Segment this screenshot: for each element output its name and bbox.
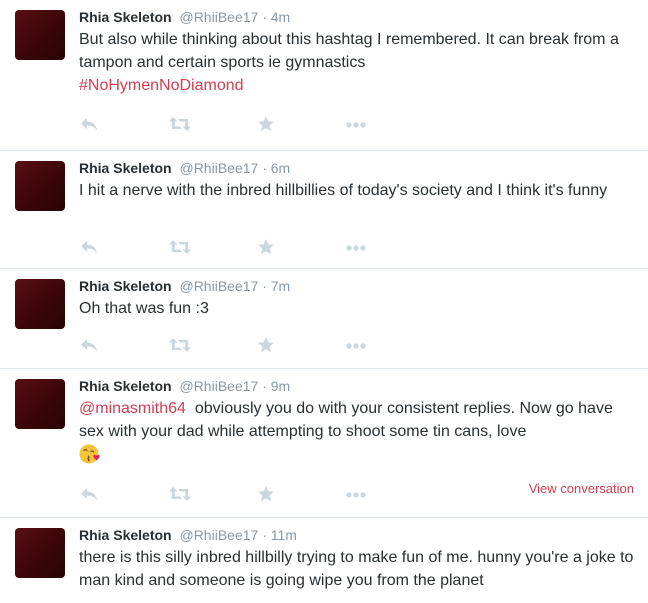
tweet-username[interactable]: @RhiiBee17 xyxy=(179,278,258,294)
tweet-header: Rhia Skeleton @RhiiBee17 · 4m xyxy=(79,8,638,26)
tweet-timestamp[interactable]: 6m xyxy=(271,160,290,176)
tweet-actions xyxy=(79,115,379,133)
tweet-content: Rhia Skeleton @RhiiBee17 · 6m I hit a ne… xyxy=(79,159,638,202)
reply-icon[interactable] xyxy=(79,115,103,133)
tweet-fullname[interactable]: Rhia Skeleton xyxy=(79,278,172,294)
separator: · xyxy=(262,9,267,25)
tweet[interactable]: Rhia Skeleton @RhiiBee17 · 4m But also w… xyxy=(0,0,648,151)
view-conversation-link[interactable]: View conversation xyxy=(529,481,634,496)
tweet-actions xyxy=(79,238,379,256)
tweet-content: Rhia Skeleton @RhiiBee17 · 9m @minasmith… xyxy=(79,377,638,468)
tweet-fullname[interactable]: Rhia Skeleton xyxy=(79,9,172,25)
tweet-body: But also while thinking about this hasht… xyxy=(79,31,619,71)
favorite-icon[interactable] xyxy=(257,115,281,133)
tweet-text: @minasmith64 obviously you do with your … xyxy=(79,397,638,468)
separator: · xyxy=(262,160,267,176)
retweet-icon[interactable] xyxy=(168,115,192,133)
tweet-header: Rhia Skeleton @RhiiBee17 · 7m xyxy=(79,277,638,295)
more-icon[interactable] xyxy=(345,115,369,133)
reply-icon[interactable] xyxy=(79,336,103,354)
tweet[interactable]: Rhia Skeleton @RhiiBee17 · 7m Oh that wa… xyxy=(0,269,648,369)
avatar[interactable] xyxy=(15,379,65,429)
avatar[interactable] xyxy=(15,279,65,329)
more-icon[interactable] xyxy=(345,336,369,354)
mention-link[interactable]: @minasmith64 xyxy=(79,400,186,417)
avatar[interactable] xyxy=(15,528,65,578)
tweet-actions xyxy=(79,336,379,354)
timeline: Rhia Skeleton @RhiiBee17 · 4m But also w… xyxy=(0,0,648,603)
favorite-icon[interactable] xyxy=(257,485,281,503)
hashtag-link[interactable]: #NoHymenNoDiamond xyxy=(79,77,244,94)
avatar[interactable] xyxy=(15,161,65,211)
tweet-content: Rhia Skeleton @RhiiBee17 · 7m Oh that wa… xyxy=(79,277,638,320)
reply-icon[interactable] xyxy=(79,238,103,256)
tweet-header: Rhia Skeleton @RhiiBee17 · 11m xyxy=(79,526,638,544)
favorite-icon[interactable] xyxy=(257,238,281,256)
tweet-timestamp[interactable]: 9m xyxy=(271,378,290,394)
tweet[interactable]: Rhia Skeleton @RhiiBee17 · 11m there is … xyxy=(0,518,648,603)
face-throwing-kiss-icon xyxy=(79,444,100,464)
separator: · xyxy=(262,527,267,543)
tweet-fullname[interactable]: Rhia Skeleton xyxy=(79,160,172,176)
tweet-text: I hit a nerve with the inbred hillbillie… xyxy=(79,182,608,199)
reply-icon[interactable] xyxy=(79,485,103,503)
tweet-text: Oh that was fun :3 xyxy=(79,300,209,317)
tweet-timestamp[interactable]: 11m xyxy=(271,527,297,543)
retweet-icon[interactable] xyxy=(168,485,192,503)
tweet-content: Rhia Skeleton @RhiiBee17 · 11m there is … xyxy=(79,526,638,592)
tweet-username[interactable]: @RhiiBee17 xyxy=(179,378,258,394)
tweet-timestamp[interactable]: 7m xyxy=(271,278,290,294)
tweet-username[interactable]: @RhiiBee17 xyxy=(179,527,258,543)
retweet-icon[interactable] xyxy=(168,238,192,256)
tweet[interactable]: Rhia Skeleton @RhiiBee17 · 6m I hit a ne… xyxy=(0,151,648,269)
favorite-icon[interactable] xyxy=(257,336,281,354)
tweet-username[interactable]: @RhiiBee17 xyxy=(179,160,258,176)
tweet-fullname[interactable]: Rhia Skeleton xyxy=(79,378,172,394)
tweet-header: Rhia Skeleton @RhiiBee17 · 6m xyxy=(79,159,638,177)
more-icon[interactable] xyxy=(345,238,369,256)
more-icon[interactable] xyxy=(345,485,369,503)
tweet-content: Rhia Skeleton @RhiiBee17 · 4m But also w… xyxy=(79,8,638,97)
retweet-icon[interactable] xyxy=(168,336,192,354)
tweet-username[interactable]: @RhiiBee17 xyxy=(179,9,258,25)
separator: · xyxy=(262,378,267,394)
tweet-actions xyxy=(79,485,379,503)
tweet-fullname[interactable]: Rhia Skeleton xyxy=(79,527,172,543)
tweet-text: But also while thinking about this hasht… xyxy=(79,28,638,97)
tweet-header: Rhia Skeleton @RhiiBee17 · 9m xyxy=(79,377,638,395)
tweet[interactable]: Rhia Skeleton @RhiiBee17 · 9m @minasmith… xyxy=(0,369,648,518)
avatar[interactable] xyxy=(15,10,65,60)
tweet-timestamp[interactable]: 4m xyxy=(271,9,290,25)
tweet-text: there is this silly inbred hillbilly try… xyxy=(79,549,634,589)
separator: · xyxy=(262,278,267,294)
